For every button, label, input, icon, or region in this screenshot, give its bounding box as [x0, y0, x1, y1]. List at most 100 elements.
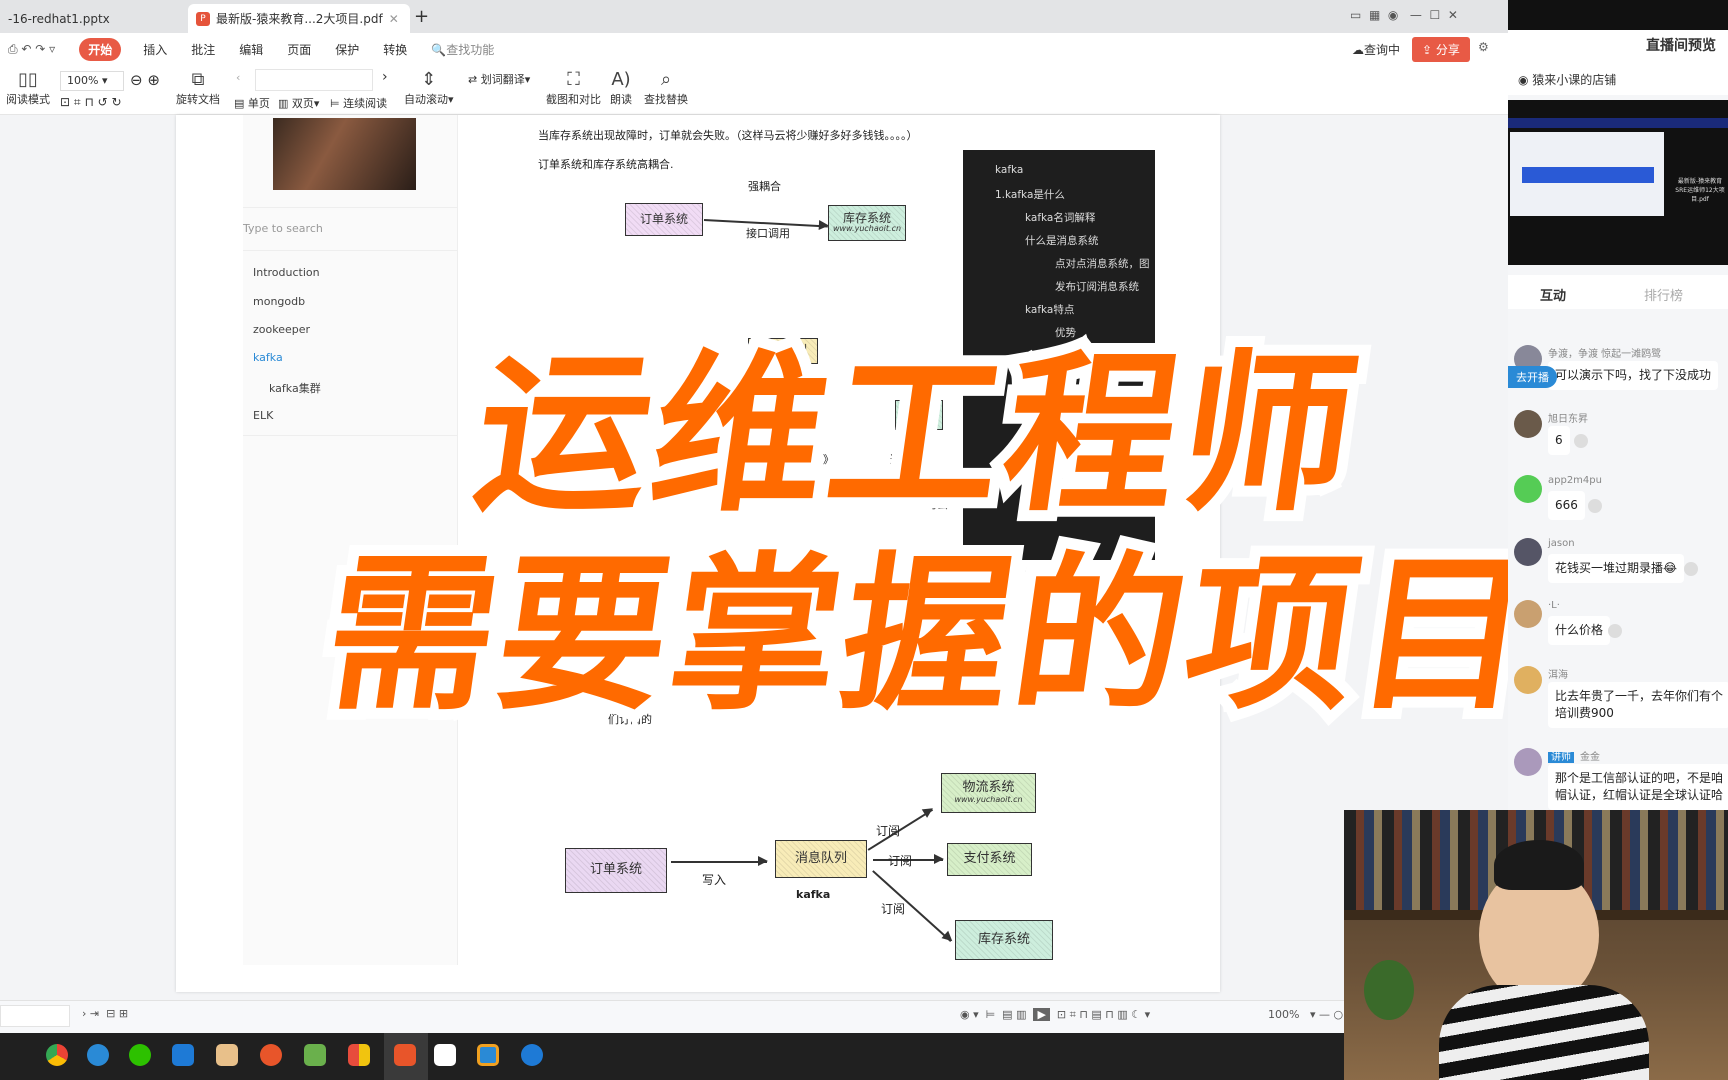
- menu-insert[interactable]: 插入: [143, 41, 167, 58]
- single-page-button[interactable]: ▤ 单页: [234, 95, 270, 111]
- menu-annotate[interactable]: 批注: [191, 41, 215, 58]
- window-controls[interactable]: ▭ ▦ ◉ — ☐ ✕: [1350, 8, 1458, 22]
- menu-start[interactable]: 开始: [79, 37, 122, 61]
- print-icon[interactable]: ⎙ ↶ ↷ ▿: [8, 42, 55, 57]
- live-preview-panel: 直播间预览 ◉ 猿来小课的店铺 最新版-猿来教育SRE运维师12大项目.pdf …: [1508, 0, 1728, 810]
- stream-preview[interactable]: 最新版-猿来教育SRE运维师12大项目.pdf: [1508, 100, 1728, 265]
- tab-pdf[interactable]: P 最新版-猿来教育...2大项目.pdf ✕: [188, 4, 410, 33]
- pdf-icon: P: [196, 11, 210, 26]
- chat-text: 666: [1548, 491, 1585, 520]
- page-number-input[interactable]: [0, 1005, 70, 1027]
- screenshot-compare-button[interactable]: ⛶ 截图和对比: [546, 69, 601, 107]
- more-icon[interactable]: [1684, 562, 1698, 576]
- outline-item: 订阅多个topic: [1025, 567, 1093, 579]
- read-aloud-button[interactable]: A) 朗读: [610, 69, 632, 107]
- wechat-icon[interactable]: [129, 1044, 151, 1066]
- menu-convert[interactable]: 转换: [383, 41, 407, 58]
- tab-pptx[interactable]: -16-redhat1.pptx: [0, 4, 170, 33]
- view-controls[interactable]: ◉ ▾ ⊨ ▤ ▥ ▶ ⊡ ⌗ ⊓ ▤ ⊓ ▥ ☾ ▾: [960, 1008, 1150, 1022]
- chat-username: 金金: [1580, 752, 1600, 763]
- menu-bar: ⎙ ↶ ↷ ▿ 开始 插入 批注 编辑 页面 保护 转换 🔍查找功能 ☁查询中 …: [0, 33, 1508, 65]
- chat-text: 那个是工信部认证的吧，不是咱 帽认证，红帽认证是全球认证哈: [1548, 764, 1728, 810]
- go-live-button[interactable]: 去开播: [1508, 366, 1557, 388]
- tab-interact[interactable]: 互动: [1540, 285, 1566, 304]
- toc-item-mongodb[interactable]: mongodb: [253, 295, 305, 308]
- zoom-select[interactable]: 100% ▾: [60, 71, 124, 91]
- rotate-doc-button[interactable]: ⧉ 旋转文档: [176, 69, 220, 107]
- avatar[interactable]: [1514, 410, 1542, 438]
- outline-item: kafka: [995, 164, 1024, 176]
- menu-edit[interactable]: 编辑: [239, 41, 263, 58]
- wps-icon[interactable]: [394, 1044, 416, 1066]
- mq-box: 消息队列: [748, 338, 818, 364]
- app-grid-icon[interactable]: [348, 1044, 370, 1066]
- app-v-icon[interactable]: [87, 1044, 109, 1066]
- next-page[interactable]: ›: [382, 69, 388, 85]
- status-bar: › ⇥ ⊟ ⊞ ◉ ▾ ⊨ ▤ ▥ ▶ ⊡ ⌗ ⊓ ▤ ⊓ ▥ ☾ ▾ 100%…: [0, 1000, 1344, 1033]
- page-input[interactable]: [255, 69, 373, 91]
- avatar[interactable]: [1514, 748, 1542, 776]
- more-icon[interactable]: [1574, 434, 1588, 448]
- outline-item: 1.kafka是什么: [995, 189, 1065, 201]
- subscribe-label: 订阅: [876, 824, 901, 838]
- fit-buttons[interactable]: ⊡ ⌗ ⊓ ↺ ↻: [60, 95, 122, 110]
- close-icon[interactable]: ✕: [389, 12, 399, 26]
- toc-search-input[interactable]: Type to search: [243, 222, 323, 235]
- toc-item-elk[interactable]: ELK: [253, 409, 273, 422]
- chat-text: 花钱买一堆过期录播😂: [1548, 554, 1685, 583]
- search-function[interactable]: 🔍查找功能: [431, 41, 494, 58]
- chat-username: jason: [1548, 538, 1575, 549]
- typora-icon[interactable]: [434, 1044, 456, 1066]
- outline-item: kafka名词解释: [1025, 212, 1096, 224]
- toc-item-introduction[interactable]: Introduction: [253, 266, 320, 279]
- avatar[interactable]: [1514, 600, 1542, 628]
- chat-username: 洱海: [1548, 670, 1568, 681]
- zoom-slider[interactable]: ▾ — ○: [1310, 1008, 1343, 1021]
- app-snail-icon[interactable]: [260, 1044, 282, 1066]
- app-icon[interactable]: [216, 1044, 238, 1066]
- more-icon[interactable]: [1588, 499, 1602, 513]
- toc-item-kafka-cluster[interactable]: kafka集群: [269, 380, 321, 396]
- menu-page[interactable]: 页面: [287, 41, 311, 58]
- zoom-level[interactable]: 100%: [1268, 1008, 1299, 1021]
- inventory-system-box-3: 库存系统: [955, 920, 1053, 960]
- outline-panel: kafka 1.kafka是什么 kafka名词解释 什么是消息系统 点对点消息…: [963, 150, 1155, 579]
- doc-line-2: 订单系统和库存系统高耦合.: [538, 158, 674, 171]
- zoom-buttons[interactable]: ⊖ ⊕: [130, 71, 160, 89]
- double-page-button[interactable]: ▥ 双页▾: [278, 95, 319, 111]
- avatar[interactable]: [1514, 666, 1542, 694]
- prev-page[interactable]: ‹: [236, 71, 240, 84]
- app-k-icon[interactable]: [172, 1044, 194, 1066]
- new-tab-button[interactable]: +: [414, 6, 429, 27]
- avatar[interactable]: [1514, 475, 1542, 503]
- chrome-icon[interactable]: [46, 1044, 68, 1066]
- toc-item-zookeeper[interactable]: zookeeper: [253, 323, 310, 336]
- taskbar: [0, 1033, 1344, 1080]
- kafka-label: kafka: [796, 888, 831, 901]
- find-replace-button[interactable]: ⌕ 查找替换: [644, 69, 688, 107]
- read-mode-button[interactable]: ▯▯ 阅读模式: [6, 69, 50, 107]
- app-icon[interactable]: [477, 1044, 499, 1066]
- shop-link[interactable]: ◉ 猿来小课的店铺: [1508, 63, 1728, 95]
- query-status[interactable]: ☁查询中: [1352, 41, 1400, 58]
- autoscroll-button[interactable]: ⇕ 自动滚动▾: [404, 69, 454, 107]
- settings-icon[interactable]: ⚙: [1478, 40, 1489, 54]
- logistics-system-box: 物流系统 www.yuchaoit.cn: [941, 773, 1036, 813]
- avatar[interactable]: [1514, 538, 1542, 566]
- panel-tabs: 互动 排行榜: [1508, 275, 1728, 309]
- msg-write-text: 消息写》: [790, 453, 834, 466]
- toc-item-kafka[interactable]: kafka: [253, 351, 283, 364]
- continuous-read-button[interactable]: ⊨ 连续阅读: [330, 95, 387, 111]
- subscribed-text: 们订阅的: [608, 713, 652, 726]
- more-icon[interactable]: [1608, 624, 1622, 638]
- app-icon[interactable]: [521, 1044, 543, 1066]
- toolbar: ▯▯ 阅读模式 100% ▾ ⊖ ⊕ ⊡ ⌗ ⊓ ↺ ↻ ⧉ 旋转文档 ‹ › ▤ …: [0, 65, 1508, 115]
- translate-button[interactable]: ⇄ 划词翻译▾: [468, 71, 530, 87]
- app-notepad-icon[interactable]: [304, 1044, 326, 1066]
- share-button[interactable]: ⇪ 分享: [1412, 37, 1470, 62]
- menu-protect[interactable]: 保护: [335, 41, 359, 58]
- pdf-page: Type to search Introduction mongodb zook…: [176, 115, 1220, 992]
- next-last-page[interactable]: › ⇥ ⊟ ⊞: [82, 1007, 128, 1020]
- tab-ranking[interactable]: 排行榜: [1644, 285, 1683, 304]
- outline-item: kafka特点: [1025, 304, 1075, 316]
